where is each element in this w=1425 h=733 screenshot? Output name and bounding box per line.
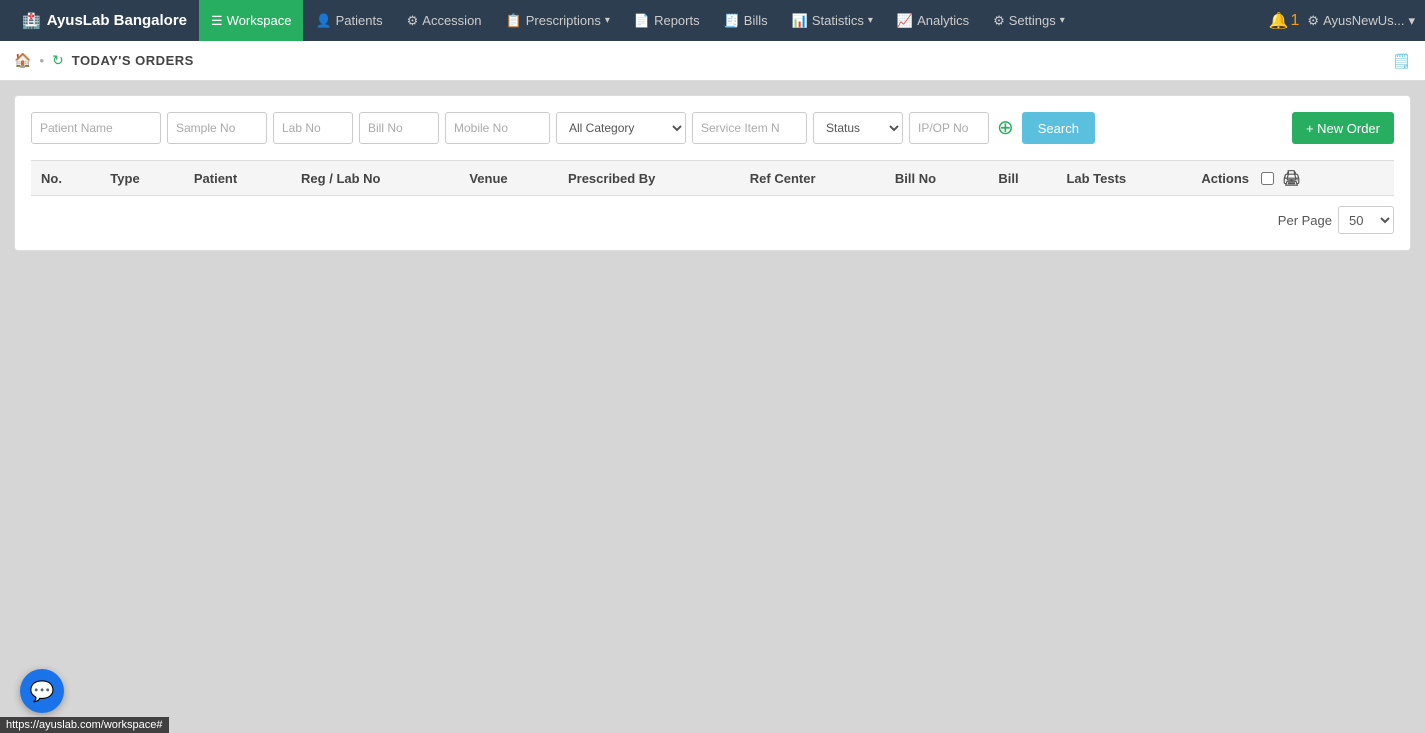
nav-label-analytics: Analytics: [917, 13, 969, 28]
nav-item-statistics[interactable]: 📊 Statistics ▾: [780, 0, 885, 41]
nav-right: 🔔 1 ⚙ AyusNewUs... ▾: [1269, 11, 1415, 31]
refresh-icon[interactable]: ↻: [52, 52, 64, 69]
nav-item-patients[interactable]: 👤 Patients: [303, 0, 394, 41]
chat-icon: 💬: [30, 679, 55, 704]
per-page-row: Per Page 10 25 50 100: [31, 206, 1394, 234]
nav-item-reports[interactable]: 📄 Reports: [622, 0, 712, 41]
statistics-icon: 📊: [792, 13, 808, 29]
per-page-label: Per Page: [1278, 213, 1332, 228]
mobile-no-input[interactable]: [445, 112, 550, 144]
nav-item-bills[interactable]: 🧾 Bills: [712, 0, 780, 41]
nav-item-accession[interactable]: ⚙ Accession: [395, 0, 494, 41]
main-content: All Category Status ⊕ Search + New Order…: [0, 81, 1425, 265]
nav-label-statistics: Statistics: [812, 13, 864, 28]
nav-label-workspace: Workspace: [227, 13, 292, 28]
workspace-icon: ☰: [211, 13, 223, 29]
patient-name-input[interactable]: [31, 112, 161, 144]
orders-table-container: No. Type Patient Reg / Lab No Venue Pres…: [31, 160, 1394, 196]
search-button[interactable]: Search: [1022, 112, 1095, 144]
breadcrumb-separator: •: [39, 53, 44, 68]
status-bar: https://ayuslab.com/workspace#: [0, 717, 169, 733]
col-patient: Patient: [184, 161, 291, 196]
bills-icon: 🧾: [724, 13, 740, 29]
bell-count: 1: [1291, 12, 1300, 30]
user-menu[interactable]: ⚙ AyusNewUs... ▾: [1307, 13, 1415, 29]
table-print-icon[interactable]: 🖨: [1282, 169, 1301, 187]
actions-label: Actions: [1201, 171, 1249, 186]
ipop-no-input[interactable]: [909, 112, 989, 144]
user-name: AyusNewUs...: [1323, 13, 1404, 28]
col-no: No.: [31, 161, 100, 196]
col-venue: Venue: [459, 161, 558, 196]
nav-label-settings: Settings: [1009, 13, 1056, 28]
breadcrumb-title: TODAY'S ORDERS: [72, 53, 194, 68]
add-filter-button[interactable]: ⊕: [995, 118, 1016, 138]
status-url: https://ayuslab.com/workspace#: [6, 719, 163, 731]
col-prescribed-by: Prescribed By: [558, 161, 740, 196]
status-select[interactable]: Status: [813, 112, 903, 144]
col-lab-tests: Lab Tests: [1056, 161, 1191, 196]
col-type: Type: [100, 161, 184, 196]
breadcrumb: 🏠 • ↻ TODAY'S ORDERS 🗒: [0, 41, 1425, 81]
nav-item-workspace[interactable]: ☰ Workspace: [199, 0, 303, 41]
bill-no-input[interactable]: [359, 112, 439, 144]
settings-caret: ▾: [1060, 15, 1065, 26]
patients-icon: 👤: [315, 13, 331, 29]
prescriptions-caret: ▾: [605, 15, 610, 26]
new-order-button[interactable]: + New Order: [1292, 112, 1394, 144]
home-icon[interactable]: 🏠: [14, 52, 31, 69]
col-actions: Actions 🖨: [1191, 161, 1394, 196]
col-ref-center: Ref Center: [740, 161, 885, 196]
search-row: All Category Status ⊕ Search + New Order: [31, 112, 1394, 144]
reports-icon: 📄: [634, 13, 650, 29]
nav-item-prescriptions[interactable]: 📋 Prescriptions ▾: [494, 0, 622, 41]
nav-items: ☰ Workspace 👤 Patients ⚙ Accession 📋 Pre…: [199, 0, 1269, 41]
nav-label-prescriptions: Prescriptions: [526, 13, 601, 28]
category-select[interactable]: All Category: [556, 112, 686, 144]
nav-label-patients: Patients: [336, 13, 383, 28]
print-icon[interactable]: 🗒: [1392, 52, 1411, 70]
accession-icon: ⚙: [407, 13, 419, 29]
analytics-icon: 📈: [897, 13, 913, 29]
lab-no-input[interactable]: [273, 112, 353, 144]
brand[interactable]: 🏥 AyusLab Bangalore: [10, 12, 199, 30]
col-bill-no: Bill No: [885, 161, 989, 196]
statistics-caret: ▾: [868, 15, 873, 26]
nav-item-analytics[interactable]: 📈 Analytics: [885, 0, 981, 41]
nav-label-reports: Reports: [654, 13, 700, 28]
sample-no-input[interactable]: [167, 112, 267, 144]
notification-bell[interactable]: 🔔 1: [1269, 11, 1300, 31]
nav-label-accession: Accession: [422, 13, 481, 28]
service-item-input[interactable]: [692, 112, 807, 144]
brand-icon: 🏥: [22, 12, 41, 30]
settings-icon: ⚙: [993, 13, 1005, 29]
navbar: 🏥 AyusLab Bangalore ☰ Workspace 👤 Patien…: [0, 0, 1425, 41]
orders-table: No. Type Patient Reg / Lab No Venue Pres…: [31, 160, 1394, 196]
col-bill: Bill: [988, 161, 1056, 196]
brand-name: AyusLab Bangalore: [47, 12, 187, 29]
nav-item-settings[interactable]: ⚙ Settings ▾: [981, 0, 1077, 41]
per-page-select[interactable]: 10 25 50 100: [1338, 206, 1394, 234]
table-header-row: No. Type Patient Reg / Lab No Venue Pres…: [31, 161, 1394, 196]
orders-card: All Category Status ⊕ Search + New Order…: [14, 95, 1411, 251]
chat-bubble[interactable]: 💬: [20, 669, 64, 713]
select-all-checkbox[interactable]: [1261, 172, 1274, 185]
prescriptions-icon: 📋: [506, 13, 522, 29]
col-reg-lab-no: Reg / Lab No: [291, 161, 459, 196]
user-caret: ▾: [1408, 13, 1415, 29]
nav-label-bills: Bills: [744, 13, 768, 28]
